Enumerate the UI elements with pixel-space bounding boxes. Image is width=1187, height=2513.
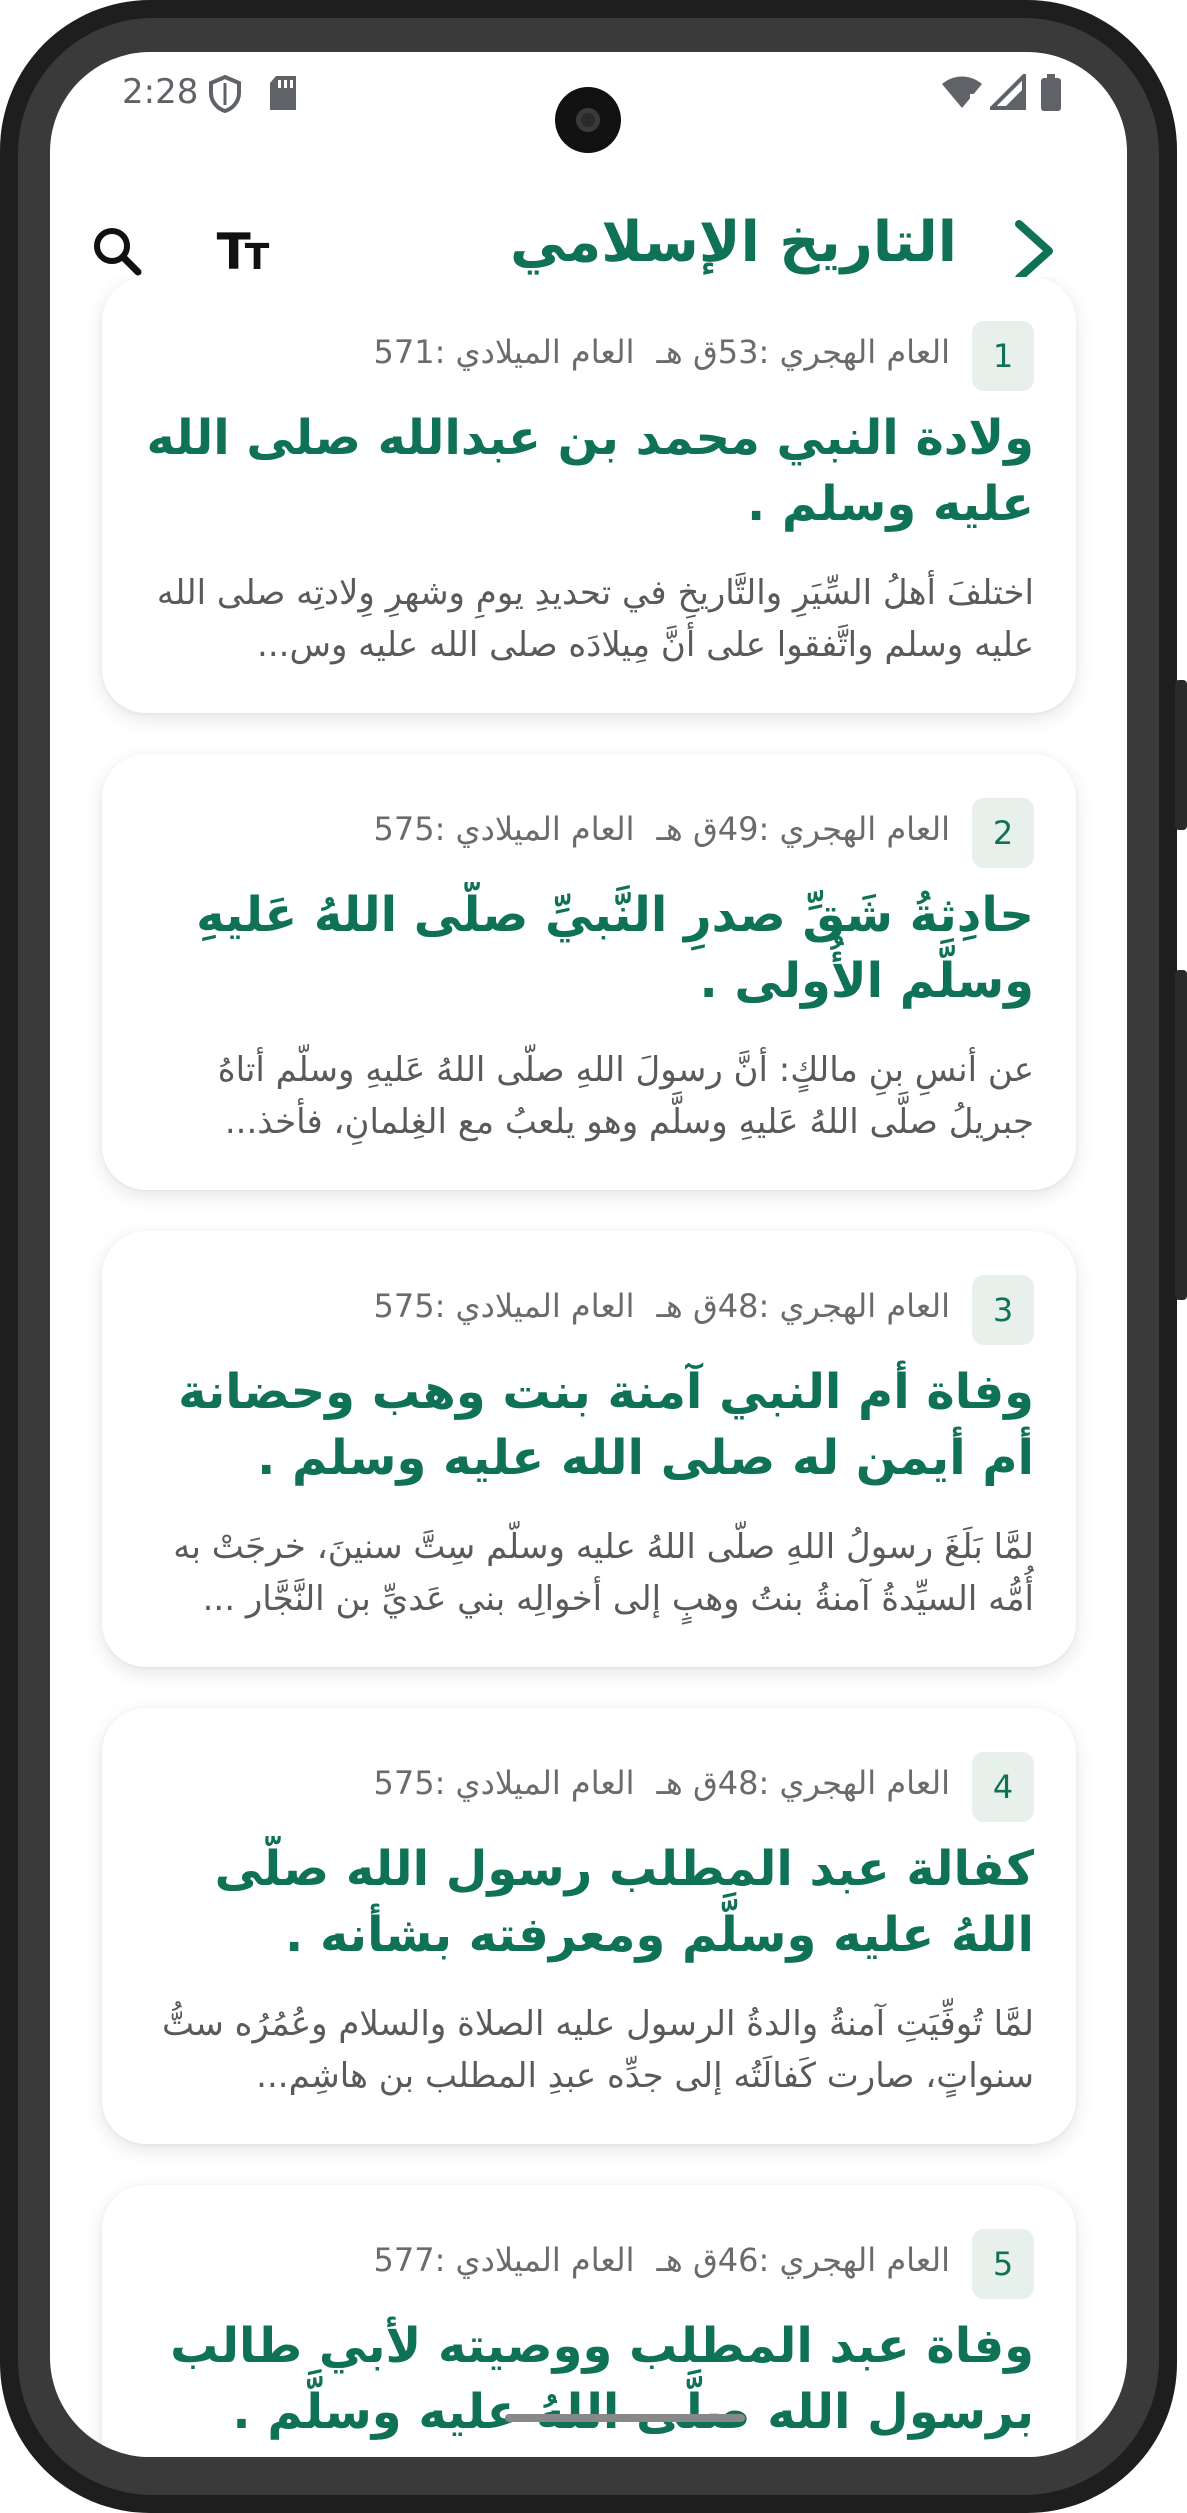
event-card[interactable]: 4 العام الهجري :48ق هـ العام الميلادي :57…: [102, 1708, 1076, 2144]
wifi-icon: [942, 76, 982, 110]
text-size-glyph-small: T: [244, 237, 269, 278]
event-summary: لمَّا تُوفِّيَتِ آمنةُ والدةُ الرسول علي…: [161, 2004, 1034, 2096]
status-time: 2:28: [122, 72, 199, 112]
event-dates: العام الهجري :48ق هـ العام الميلادي :575: [373, 1764, 950, 1802]
event-dates: العام الهجري :46ق هـ العام الميلادي :577: [373, 2241, 950, 2279]
event-title: وفاة أم النبي آمنة بنت وهب وحضانة أم أيم…: [178, 1364, 1034, 1486]
event-dates: العام الهجري :53ق هـ العام الميلادي :571: [373, 333, 950, 371]
event-number-badge: 4: [972, 1752, 1034, 1822]
volume-button: [1175, 680, 1187, 830]
event-hijri-year: العام الهجري :48ق هـ: [656, 1764, 950, 1802]
event-title: ولادة النبي محمد بن عبدالله صلى الله علي…: [146, 410, 1034, 532]
event-hijri-year: العام الهجري :46ق هـ: [656, 2241, 950, 2279]
event-card[interactable]: 3 العام الهجري :48ق هـ العام الميلادي :57…: [102, 1231, 1076, 1667]
event-gregorian-year: العام الميلادي :575: [373, 1764, 635, 1802]
battery-icon: [1041, 74, 1061, 111]
shield-icon: [209, 74, 241, 114]
event-number-badge: 2: [972, 798, 1034, 868]
events-list[interactable]: 1 العام الهجري :53ق هـ العام الميلادي :57…: [50, 277, 1127, 2457]
event-summary: اختلفَ أهلُ السِّيَرِ والتَّاريخِ في تحد…: [156, 573, 1034, 665]
event-gregorian-year: العام الميلادي :571: [373, 333, 635, 371]
event-number-badge: 3: [972, 1275, 1034, 1345]
event-gregorian-year: العام الميلادي :575: [373, 1287, 635, 1325]
event-card[interactable]: 1 العام الهجري :53ق هـ العام الميلادي :57…: [102, 277, 1076, 713]
event-summary: عن أنسِ بنِ مالكٍ: أنَّ رسولَ اللهِ صلَّ…: [217, 1050, 1034, 1142]
text-size-glyph-large: T: [216, 223, 251, 281]
power-button: [1175, 970, 1187, 1300]
signal-icon: [990, 74, 1026, 110]
event-hijri-year: العام الهجري :48ق هـ: [656, 1287, 950, 1325]
event-dates: العام الهجري :49ق هـ العام الميلادي :575: [373, 810, 950, 848]
event-title: وفاة عبد المطلب ووصيته لأبي طالب برسول ا…: [170, 2318, 1034, 2440]
sd-card-icon: [270, 76, 296, 110]
event-number-badge: 5: [972, 2229, 1034, 2299]
status-bar: 2:28: [50, 52, 1127, 182]
event-number-badge: 1: [972, 321, 1034, 391]
page-title: التاريخ الإسلامي: [509, 210, 957, 275]
event-title: كفالة عبد المطلب رسول الله صلَّى اللهُ ع…: [214, 1841, 1034, 1963]
event-dates: العام الهجري :48ق هـ العام الميلادي :575: [373, 1287, 950, 1325]
chevron-right-icon[interactable]: [1005, 216, 1065, 286]
event-gregorian-year: العام الميلادي :575: [373, 810, 635, 848]
screen: 2:28 TT التاريخ الإسلامي 1 العام الهجري …: [50, 52, 1127, 2457]
event-summary: لمَّا بَلَغَ رسولُ اللهِ صلَّى اللهُ علي…: [173, 1527, 1034, 1619]
event-hijri-year: العام الهجري :49ق هـ: [656, 810, 950, 848]
event-gregorian-year: العام الميلادي :577: [373, 2241, 635, 2279]
front-camera: [555, 87, 621, 153]
event-title: حادِثةُ شَقِّ صدرِ النَّبيِّ صلَّى اللهُ…: [196, 887, 1034, 1009]
event-hijri-year: العام الهجري :53ق هـ: [656, 333, 950, 371]
home-indicator[interactable]: [505, 2414, 745, 2422]
event-card[interactable]: 2 العام الهجري :49ق هـ العام الميلادي :57…: [102, 754, 1076, 1190]
phone-device: 2:28 TT التاريخ الإسلامي 1 العام الهجري …: [0, 0, 1187, 2513]
